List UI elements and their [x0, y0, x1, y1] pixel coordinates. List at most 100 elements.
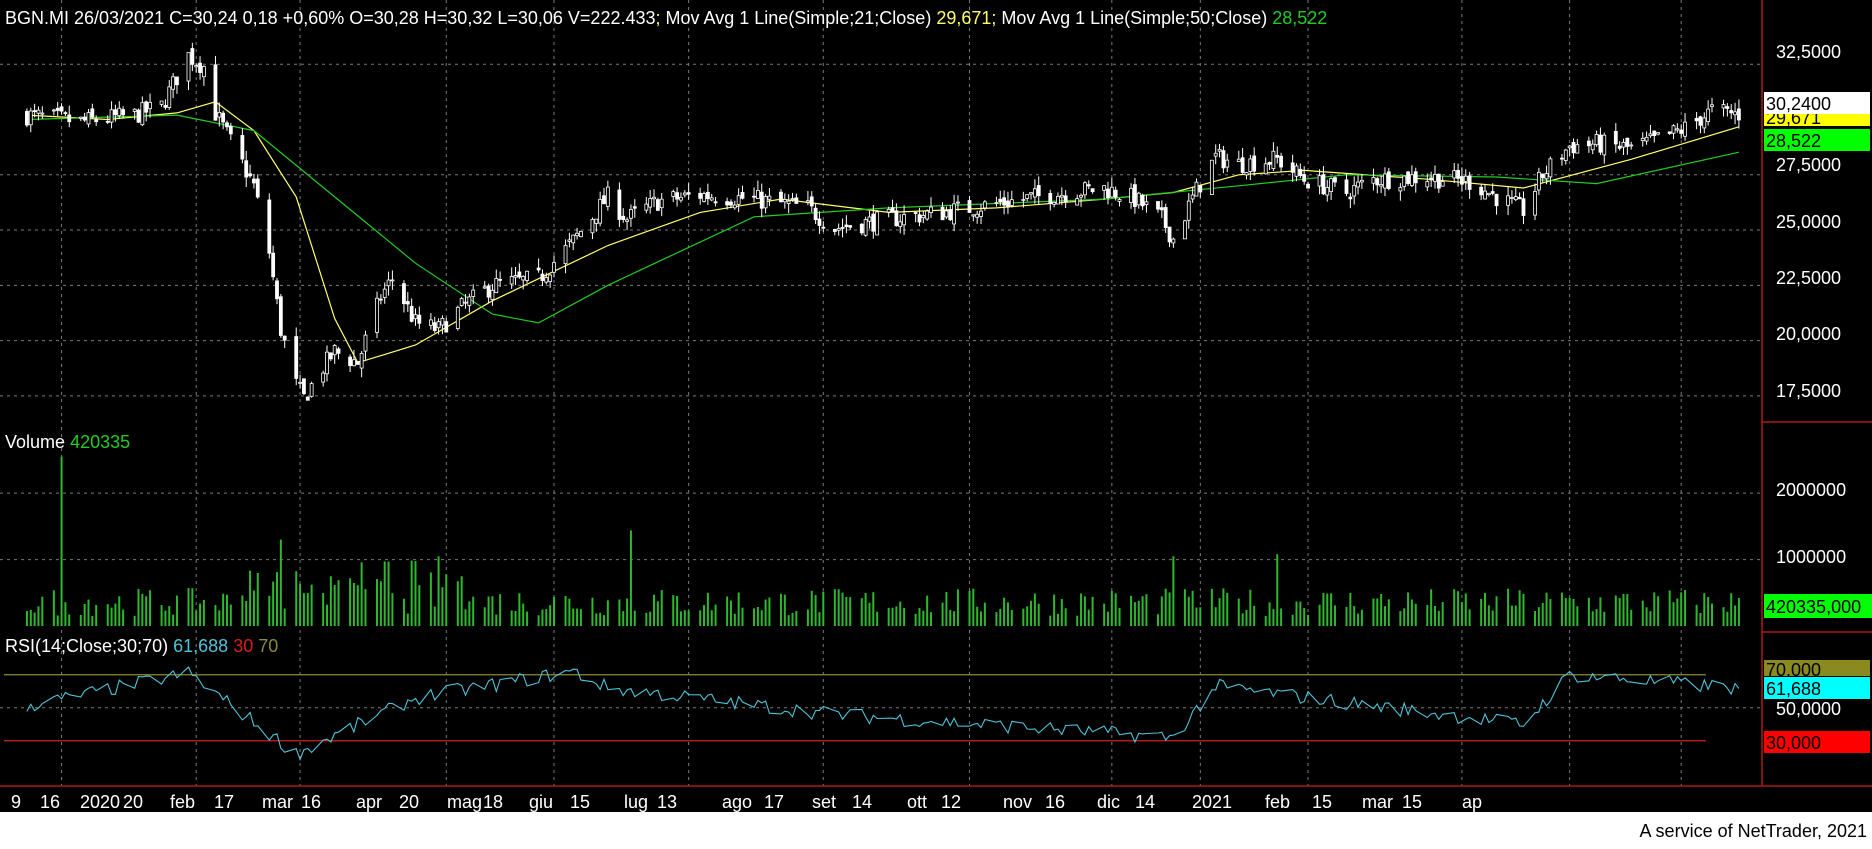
time-axis-label: feb	[170, 792, 195, 812]
candle-body	[1171, 238, 1176, 244]
candle-body	[1325, 187, 1330, 196]
volume-tick-label: 1000000	[1776, 547, 1846, 567]
rsi-legend-low: 30	[233, 636, 253, 656]
candle-body	[1402, 175, 1407, 187]
candle-body	[1540, 173, 1545, 179]
candle-body	[1460, 176, 1464, 185]
candle-body	[1263, 163, 1268, 175]
candle-body	[1571, 142, 1576, 154]
candle-body	[1721, 104, 1726, 109]
rsi-legend: RSI(14;Close;30;70) 61,688 30 70	[5, 636, 278, 656]
candle-body	[201, 66, 206, 78]
candle-body	[1513, 196, 1518, 201]
candle-body	[605, 186, 610, 207]
candle-body	[1629, 144, 1634, 147]
candle-body	[913, 212, 918, 214]
candle-body	[294, 336, 299, 379]
candle-body	[732, 204, 737, 209]
candle-body	[1271, 150, 1276, 169]
candle-body	[705, 191, 710, 200]
candle-body	[840, 227, 845, 229]
candle-body	[298, 381, 302, 384]
candle-body	[1056, 195, 1060, 205]
candle-body	[1483, 190, 1487, 200]
candle-body	[967, 200, 972, 213]
candle-body	[1648, 133, 1653, 137]
chart-svg[interactable]: BGN.MI 26/03/2021 C=30,24 0,18 +0,60% O=…	[0, 0, 1872, 844]
chart-area[interactable]: BGN.MI 26/03/2021 C=30,24 0,18 +0,60% O=…	[0, 0, 1872, 844]
volume-legend-label: Volume	[5, 432, 65, 452]
candle-body	[471, 289, 476, 297]
candle-body	[1544, 173, 1549, 180]
candle-body	[190, 48, 195, 65]
time-axis-label: 12	[941, 792, 961, 812]
candle-body	[1209, 159, 1214, 195]
candle-body	[1486, 192, 1491, 196]
candle-body	[282, 335, 287, 341]
candle-body	[1167, 226, 1172, 243]
candle-body	[886, 208, 891, 213]
candle-body	[575, 232, 579, 237]
candle-body	[1217, 148, 1222, 152]
candle-body	[1248, 158, 1253, 172]
candle-body	[1356, 181, 1360, 188]
candle-body	[713, 201, 718, 204]
candle-body	[1456, 169, 1460, 179]
candle-body	[240, 134, 245, 160]
candle-body	[790, 198, 795, 200]
candle-body	[1002, 197, 1007, 206]
candle-body	[1698, 116, 1703, 126]
candle-body	[1106, 188, 1110, 199]
candle-body	[1510, 197, 1514, 199]
candle-body	[59, 106, 64, 112]
candle-body	[132, 108, 137, 112]
candle-body	[671, 191, 676, 197]
candle-body	[1625, 137, 1630, 147]
candle-body	[563, 245, 568, 265]
candle-body	[1375, 178, 1380, 186]
candle-body	[617, 189, 622, 220]
candle-body	[163, 105, 168, 108]
candle-body	[1267, 161, 1272, 165]
candle-body	[455, 306, 460, 329]
candle-body	[459, 298, 464, 306]
time-axis-label: apr	[356, 792, 382, 812]
candle-body	[1679, 129, 1684, 134]
candle-body	[1517, 196, 1522, 200]
time-axis-label: 17	[764, 792, 784, 812]
candle-body	[813, 207, 818, 221]
candle-body	[848, 225, 853, 228]
candle-body	[1410, 174, 1414, 186]
candle-body	[1725, 106, 1730, 109]
candle-body	[513, 275, 518, 278]
candle-body	[621, 215, 626, 220]
candle-body	[467, 296, 472, 306]
candle-body	[28, 110, 33, 126]
candle-body	[1640, 137, 1645, 142]
price-tick-label: 32,5000	[1776, 42, 1841, 62]
candle-body	[1198, 185, 1203, 193]
candle-body	[521, 276, 526, 281]
candle-body	[1236, 158, 1241, 162]
time-axis-label: nov	[1003, 792, 1032, 812]
candle-body	[679, 196, 683, 201]
candle-body	[1244, 172, 1249, 176]
candle-body	[348, 356, 352, 366]
volume-tick-label: 2000000	[1776, 480, 1846, 500]
volume-last-tag-label: 420335,000	[1766, 597, 1861, 617]
candle-body	[390, 279, 395, 282]
candle-body	[1563, 149, 1568, 161]
candle-body	[1329, 178, 1334, 192]
candle-body	[82, 116, 87, 121]
candle-body	[940, 206, 945, 221]
candle-body	[1036, 185, 1041, 197]
candle-body	[1075, 198, 1080, 206]
candle-body	[598, 198, 603, 224]
candle-body	[1694, 117, 1699, 122]
candle-body	[1344, 179, 1349, 194]
time-axis-label: 18	[483, 792, 503, 812]
candle-body	[1190, 194, 1195, 200]
candle-body	[1298, 168, 1303, 176]
candle-body	[871, 213, 876, 232]
candle-body	[275, 280, 279, 300]
